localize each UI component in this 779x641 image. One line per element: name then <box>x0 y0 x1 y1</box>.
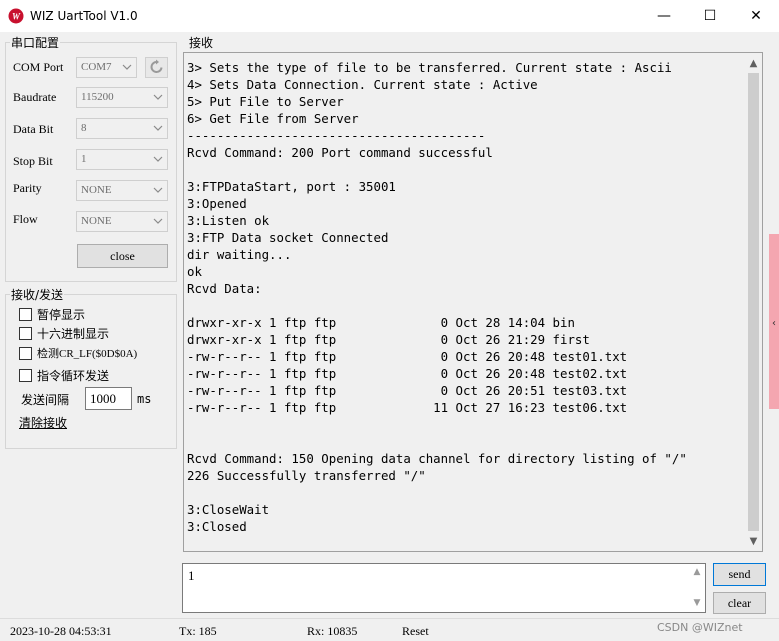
flow-label: Flow <box>13 212 38 226</box>
data-bit-select[interactable]: 8 <box>76 118 168 139</box>
chevron-down-icon <box>153 187 163 193</box>
title-bar: W WIZ UartTool V1.0 — ☐ ✕ <box>0 0 779 32</box>
clear-receive-link[interactable]: 清除接收 <box>19 414 67 431</box>
checkbox-box[interactable] <box>19 346 32 360</box>
log-line: 3:Opened <box>187 196 247 211</box>
hex-display-label: 十六进制显示 <box>37 326 110 341</box>
baudrate-value: 115200 <box>81 91 114 103</box>
wiz-logo-icon: W <box>8 8 24 24</box>
checkbox-box[interactable] <box>19 326 32 340</box>
receive-scrollbar[interactable]: ▲ ▼ <box>745 53 762 551</box>
receive-title: 接收 <box>188 34 215 51</box>
chevron-down-icon <box>122 64 132 70</box>
refresh-icon <box>150 59 163 73</box>
checkbox-box[interactable] <box>19 307 32 321</box>
refresh-ports-button[interactable] <box>145 57 168 78</box>
flow-select[interactable]: NONE <box>76 211 168 232</box>
baudrate-label: Baudrate <box>13 90 57 104</box>
clear-button[interactable]: clear <box>713 592 766 614</box>
log-line: 226 Successfully transferred "/" <box>187 468 426 483</box>
send-input-text: 1 <box>188 568 195 583</box>
scroll-up-icon[interactable]: ▲ <box>745 55 762 72</box>
pause-display-checkbox[interactable]: 暂停显示 <box>19 306 85 322</box>
com-port-value: COM7 <box>81 61 112 73</box>
send-button[interactable]: send <box>713 563 766 586</box>
svg-text:W: W <box>12 12 21 22</box>
log-line: -rw-r--r-- 1 ftp ftp 0 Oct 26 20:48 test… <box>187 349 628 364</box>
log-line: 3> Sets the type of file to be transferr… <box>187 60 672 75</box>
interval-unit: ms <box>137 392 152 406</box>
log-line: ---------------------------------------- <box>187 128 486 143</box>
parity-select[interactable]: NONE <box>76 180 168 201</box>
stop-bit-value: 1 <box>81 153 87 165</box>
send-input[interactable]: 1 ▲ ▼ <box>182 563 706 613</box>
log-line: Rcvd Command: 150 Opening data channel f… <box>187 451 687 466</box>
log-line: Rcvd Data: <box>187 281 262 296</box>
close-window-button[interactable]: ✕ <box>733 0 779 32</box>
hex-display-checkbox[interactable]: 十六进制显示 <box>19 325 109 341</box>
maximize-button[interactable]: ☐ <box>687 0 733 32</box>
chevron-down-icon <box>153 156 163 162</box>
log-line: dir waiting... <box>187 247 292 262</box>
parity-value: NONE <box>81 184 112 196</box>
close-port-button[interactable]: close <box>77 244 168 268</box>
receive-log[interactable]: 3> Sets the type of file to be transferr… <box>183 52 763 552</box>
scroll-thumb[interactable] <box>748 73 759 531</box>
rxtx-title: 接收/发送 <box>10 286 65 303</box>
com-port-label: COM Port <box>13 60 64 74</box>
send-scroll-up-icon[interactable]: ▲ <box>690 567 704 577</box>
status-datetime: 2023-10-28 04:53:31 <box>10 624 112 638</box>
scroll-down-icon[interactable]: ▼ <box>745 533 762 550</box>
log-line: 4> Sets Data Connection. Current state :… <box>187 77 538 92</box>
baudrate-select[interactable]: 115200 <box>76 87 168 108</box>
watermark: CSDN @WIZnet <box>657 621 743 634</box>
data-bit-label: Data Bit <box>13 122 54 136</box>
flow-value: NONE <box>81 215 112 227</box>
log-line: 6> Get File from Server <box>187 111 359 126</box>
log-line: drwxr-xr-x 1 ftp ftp 0 Oct 26 21:29 firs… <box>187 332 590 347</box>
log-line: 3:CloseWait <box>187 502 270 517</box>
interval-input[interactable] <box>85 387 132 410</box>
serial-config-title: 串口配置 <box>10 34 61 51</box>
checkbox-box[interactable] <box>19 368 32 382</box>
com-port-select[interactable]: COM7 <box>76 57 137 78</box>
send-scroll-down-icon[interactable]: ▼ <box>690 598 704 608</box>
log-line: -rw-r--r-- 1 ftp ftp 11 Oct 27 16:23 tes… <box>187 400 628 415</box>
loop-send-label: 指令循环发送 <box>37 368 110 383</box>
chevron-down-icon <box>153 218 163 224</box>
chevron-left-icon[interactable]: ‹ <box>769 318 779 329</box>
log-line: 3:Listen ok <box>187 213 270 228</box>
minimize-button[interactable]: — <box>641 0 687 32</box>
log-line: 3:FTPDataStart, port : 35001 <box>187 179 396 194</box>
interval-label: 发送间隔 <box>21 393 70 407</box>
log-line: Rcvd Command: 200 Port command successfu… <box>187 145 493 160</box>
detect-crlf-checkbox[interactable]: 检测CR_LF($0D$0A) <box>19 345 137 361</box>
log-line: 3:Closed <box>187 519 247 534</box>
window-title: WIZ UartTool V1.0 <box>30 9 138 23</box>
stop-bit-label: Stop Bit <box>13 154 53 168</box>
parity-label: Parity <box>13 181 42 195</box>
data-bit-value: 8 <box>81 122 87 134</box>
stop-bit-select[interactable]: 1 <box>76 149 168 170</box>
log-line: -rw-r--r-- 1 ftp ftp 0 Oct 26 20:48 test… <box>187 366 628 381</box>
status-tx: Tx: 185 <box>179 624 217 638</box>
pause-display-label: 暂停显示 <box>37 307 86 322</box>
log-line: 5> Put File to Server <box>187 94 344 109</box>
log-line: -rw-r--r-- 1 ftp ftp 0 Oct 26 20:51 test… <box>187 383 628 398</box>
log-line: ok <box>187 264 202 279</box>
log-line: 3:FTP Data socket Connected <box>187 230 389 245</box>
receive-log-text: 3> Sets the type of file to be transferr… <box>187 59 742 535</box>
status-rx: Rx: 10835 <box>307 624 358 638</box>
status-reset[interactable]: Reset <box>402 624 429 639</box>
chevron-down-icon <box>153 125 163 131</box>
loop-send-checkbox[interactable]: 指令循环发送 <box>19 367 109 383</box>
chevron-down-icon <box>153 94 163 100</box>
log-line: drwxr-xr-x 1 ftp ftp 0 Oct 28 14:04 bin <box>187 315 575 330</box>
detect-crlf-label: 检测CR_LF($0D$0A) <box>37 348 138 360</box>
